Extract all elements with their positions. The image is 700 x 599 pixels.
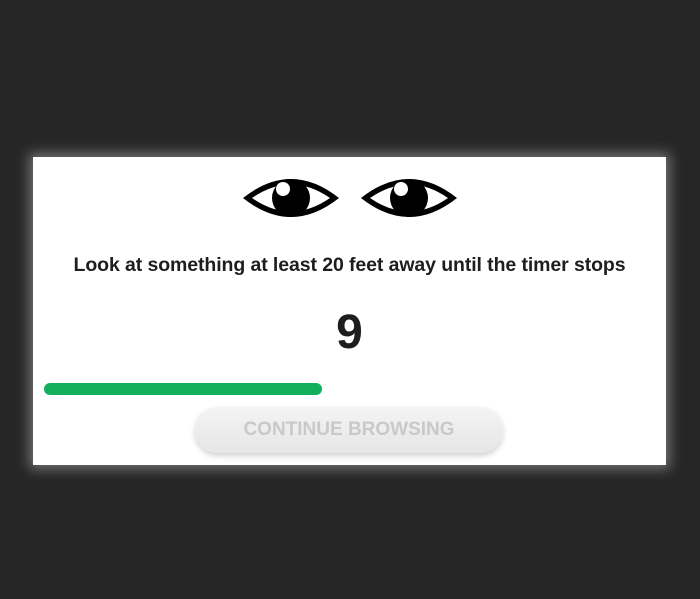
instruction-text: Look at something at least 20 feet away … [73, 254, 626, 276]
eyes-illustration [33, 169, 666, 229]
eye-icon [360, 179, 457, 217]
progress-bar-fill [44, 383, 322, 395]
countdown-timer: 9 [336, 306, 363, 359]
eye-icon [242, 179, 339, 217]
continue-browsing-button[interactable]: CONTINUE BROWSING [195, 407, 503, 453]
eye-break-dialog: Look at something at least 20 feet away … [33, 157, 666, 465]
progress-bar [44, 383, 599, 395]
